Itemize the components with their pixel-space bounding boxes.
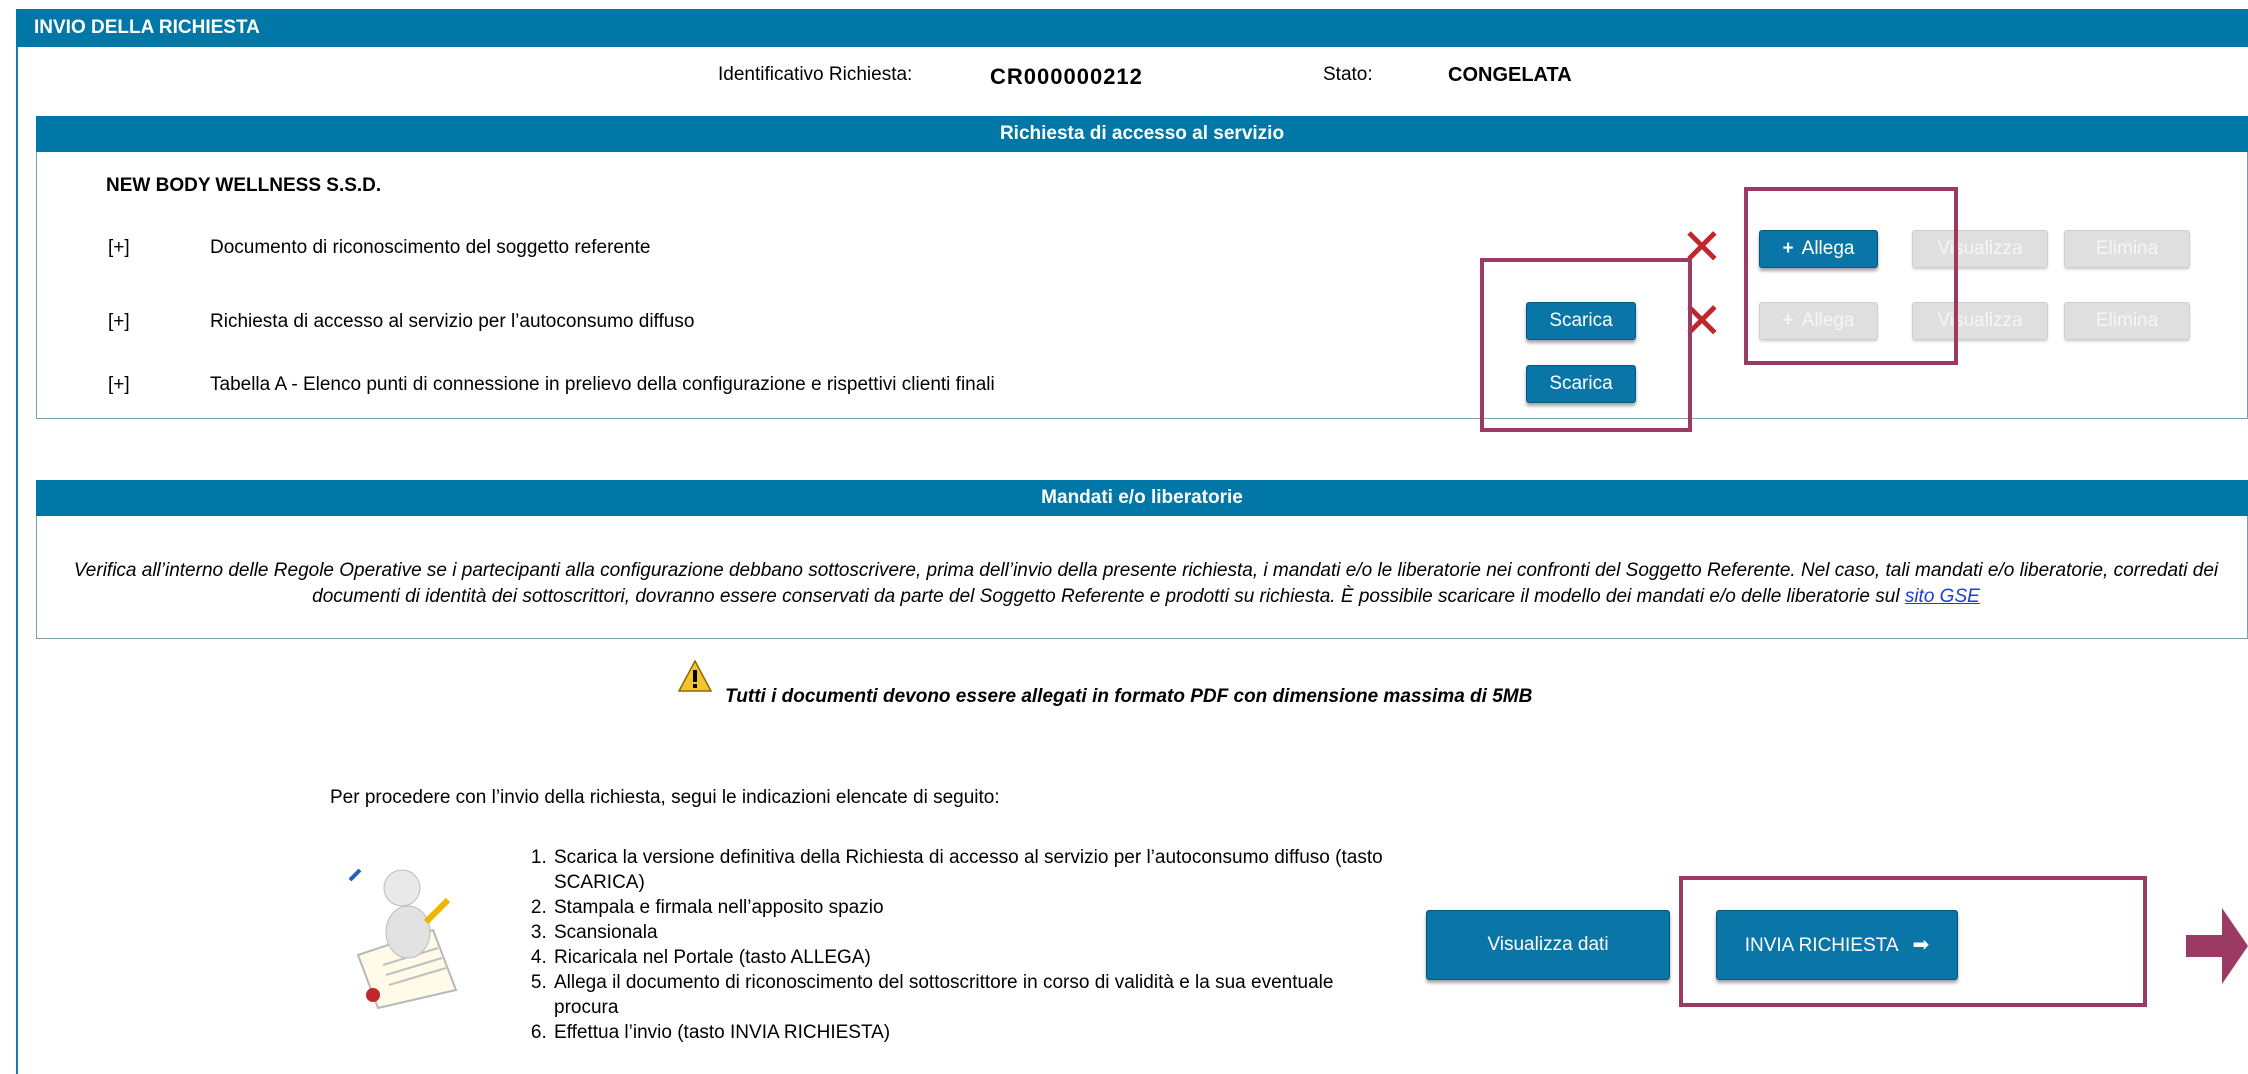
list-item: Scansionala [552,920,1402,945]
list-item: Ricaricala nel Portale (tasto ALLEGA) [552,945,1402,970]
row-label-tabella-a: Tabella A - Elenco punti di connessione … [210,374,995,395]
signing-document-illustration [338,860,468,1010]
mandati-section-title: Mandati e/o liberatorie [36,480,2248,516]
instruction-steps: Scarica la versione definitiva della Ric… [522,845,1402,1045]
state-label: Stato: [1323,64,1373,85]
mandati-note: Verifica all’interno delle Regole Operat… [73,560,2219,607]
company-name: NEW BODY WELLNESS S.S.D. [106,175,382,196]
view-data-button[interactable]: Visualizza dati [1426,910,1670,980]
request-id-value: CR000000212 [990,64,1143,89]
highlight-box-scarica [1480,258,1692,432]
elimina-button[interactable]: Elimina [2064,230,2190,268]
list-item: Stampala e firmala nell’apposito spazio [552,895,1402,920]
row-label-document: Documento di riconoscimento del soggetto… [210,237,651,258]
row-label-access-request: Richiesta di accesso al servizio per l’a… [210,311,695,332]
row-toggle-1[interactable]: [+] [108,237,130,259]
access-section-title: Richiesta di accesso al servizio [36,116,2248,152]
sito-gse-link[interactable]: sito GSE [1905,586,1980,607]
highlight-box-send [1679,876,2147,1007]
row-toggle-2[interactable]: [+] [108,311,130,333]
row-toggle-3[interactable]: [+] [108,374,130,396]
state-value: CONGELATA [1448,64,1572,86]
page-header: INVIO DELLA RICHIESTA [16,9,2248,47]
warning-icon [677,659,713,692]
list-item: Allega il documento di riconoscimento de… [552,970,1402,1020]
request-id-label: Identificativo Richiesta: [718,64,913,85]
callout-arrow-icon [2186,908,2248,984]
instructions-intro: Per procedere con l’invio della richiest… [330,787,1000,808]
warning-text: Tutti i documenti devono essere allegati… [725,686,1533,707]
list-item: Effettua l’invio (tasto INVIA RICHIESTA) [552,1020,1402,1045]
elimina-button[interactable]: Elimina [2064,302,2190,340]
highlight-box-allega [1744,187,1958,365]
list-item: Scarica la versione definitiva della Ric… [552,845,1402,895]
